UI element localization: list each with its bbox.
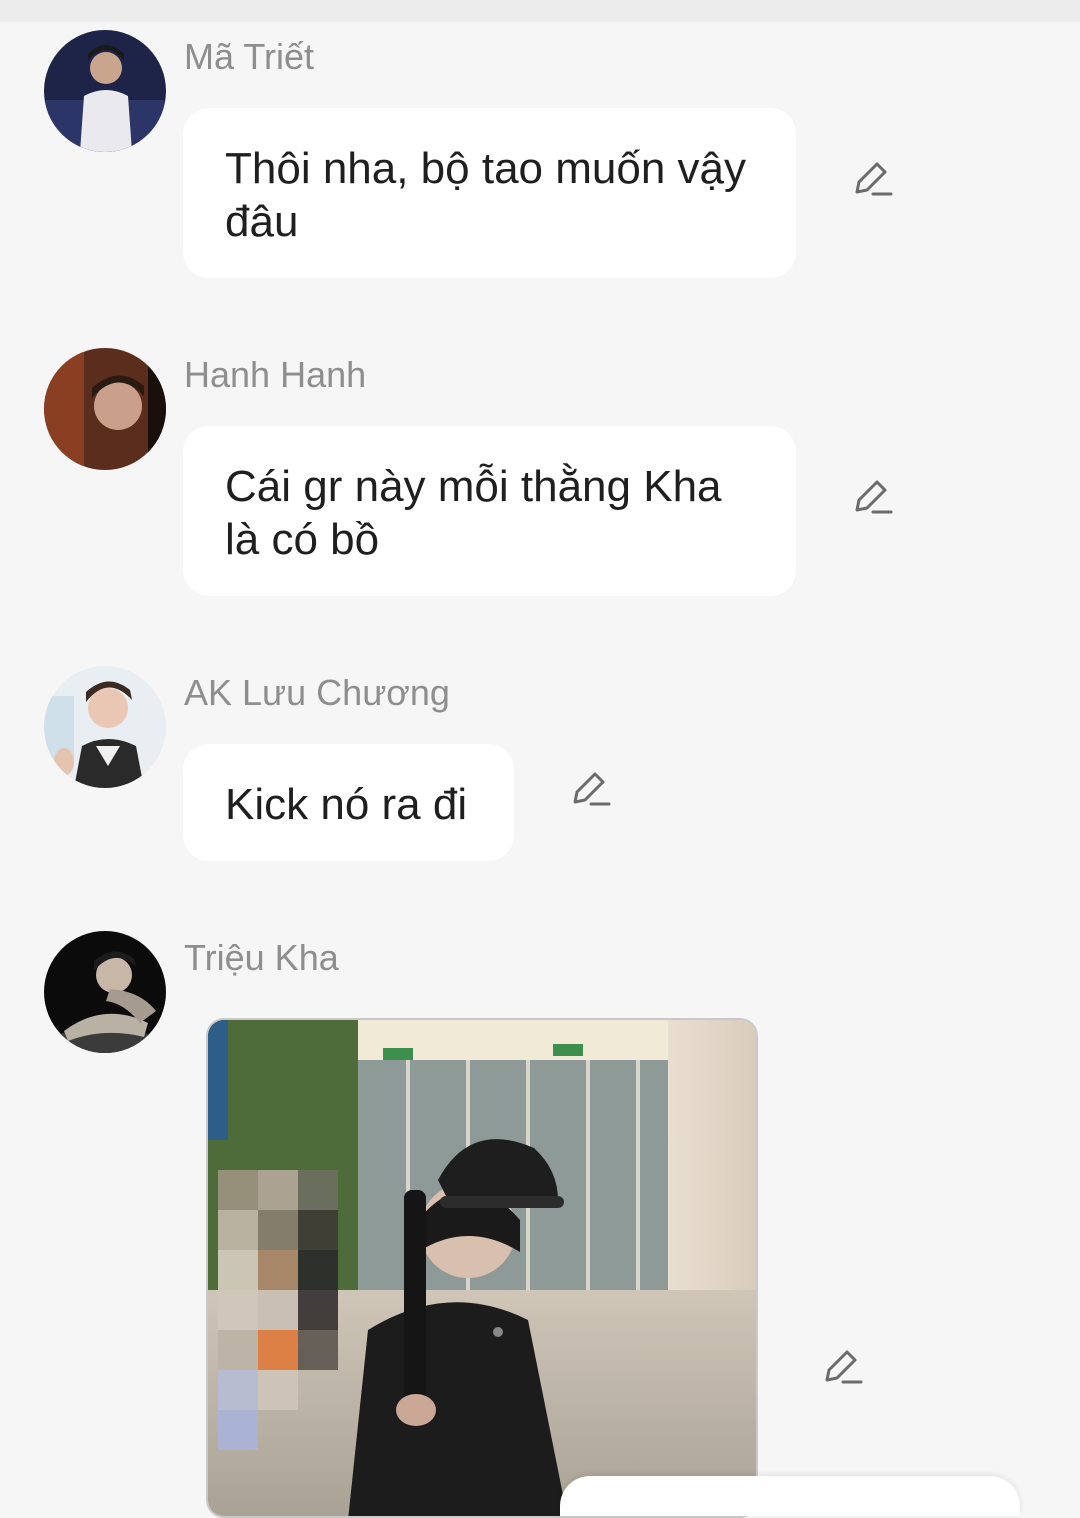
message-text-line: Thôi nha, bộ tao muốn vậy bbox=[225, 144, 746, 193]
avatar[interactable] bbox=[44, 348, 166, 470]
photo-attachment[interactable] bbox=[206, 1018, 758, 1518]
avatar[interactable] bbox=[44, 931, 166, 1053]
edit-icon[interactable] bbox=[851, 158, 893, 200]
avatar[interactable] bbox=[44, 666, 166, 788]
edit-icon[interactable] bbox=[569, 768, 611, 810]
message-text-line: Kick nó ra đi bbox=[225, 780, 468, 829]
sender-name: Mã Triết bbox=[184, 36, 315, 77]
edit-icon[interactable] bbox=[851, 476, 893, 518]
edit-icon[interactable] bbox=[821, 1346, 863, 1388]
message-text-line: là có bồ bbox=[225, 515, 380, 564]
sender-name: Triệu Kha bbox=[184, 937, 339, 978]
avatar[interactable] bbox=[44, 30, 166, 152]
sender-name: AK Lưu Chương bbox=[184, 672, 450, 713]
message-bubble[interactable]: Cái gr này mỗi thằng Kha là có bồ bbox=[183, 426, 796, 596]
message-bubble[interactable]: Kick nó ra đi bbox=[183, 744, 514, 861]
top-edge bbox=[0, 0, 1080, 22]
message-text-line: đâu bbox=[225, 197, 299, 246]
bottom-sheet-edge bbox=[560, 1476, 1020, 1516]
message-bubble[interactable]: Thôi nha, bộ tao muốn vậy đâu bbox=[183, 108, 796, 278]
sender-name: Hanh Hanh bbox=[184, 354, 367, 395]
message-text-line: Cái gr này mỗi thằng Kha bbox=[225, 462, 722, 511]
